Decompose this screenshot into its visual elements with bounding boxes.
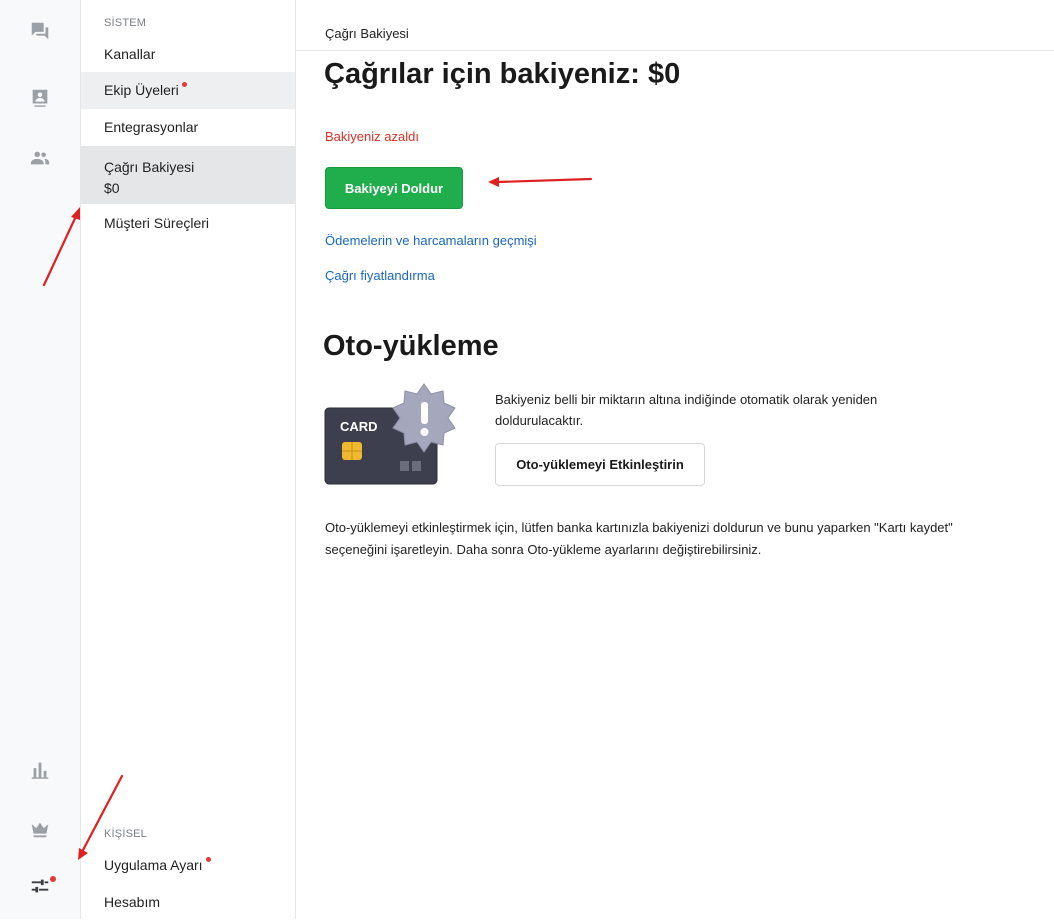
autoload-note: Oto-yüklemeyi etkinleştirmek için, lütfe… bbox=[325, 520, 953, 557]
page-title: Çağrılar için bakiyeniz: $0 bbox=[324, 58, 681, 90]
card-label: CARD bbox=[340, 419, 378, 434]
sidebar-item-label: Entegrasyonlar bbox=[104, 119, 199, 135]
sidebar-item-customer-processes[interactable]: Müşteri Süreçleri bbox=[81, 204, 295, 242]
header-divider bbox=[296, 50, 1054, 51]
sidebar-item-balance-value: $0 bbox=[104, 180, 120, 196]
section-label-system: SİSTEM bbox=[104, 17, 147, 29]
sidebar-item-label: Hesabım bbox=[104, 894, 161, 910]
sidebar-item-my-account[interactable]: Hesabım bbox=[81, 884, 295, 920]
crown-icon[interactable] bbox=[28, 817, 52, 841]
settings-sidebar: SİSTEM Kanallar Ekip Üyeleri Entegrasyon… bbox=[81, 0, 296, 919]
enable-autoload-button[interactable]: Oto-yüklemeyi Etkinleştirin bbox=[495, 443, 705, 486]
section-label-personal: KİŞİSEL bbox=[104, 828, 147, 840]
autoload-description: Bakiyeniz belli bir miktarın altına indi… bbox=[495, 392, 878, 428]
main-content: Çağrı Bakiyesi Çağrılar için bakiyeniz: … bbox=[296, 0, 1054, 919]
notification-dot bbox=[50, 876, 56, 882]
breadcrumb: Çağrı Bakiyesi bbox=[325, 26, 409, 41]
notification-dot bbox=[181, 82, 187, 87]
sidebar-item-app-settings[interactable]: Uygulama Ayarı bbox=[81, 847, 295, 883]
contacts-card-icon[interactable] bbox=[28, 86, 52, 110]
low-balance-warning: Bakiyeniz azaldı bbox=[325, 129, 419, 144]
analytics-icon[interactable] bbox=[28, 758, 52, 782]
card-warning-illustration: CARD bbox=[324, 383, 456, 485]
notification-dot bbox=[205, 857, 211, 862]
conversations-icon[interactable] bbox=[28, 19, 52, 43]
sidebar-item-label: Müşteri Süreçleri bbox=[104, 215, 210, 231]
call-pricing-link[interactable]: Çağrı fiyatlandırma bbox=[325, 268, 435, 283]
sidebar-item-label: Uygulama Ayarı bbox=[104, 857, 203, 873]
topup-button[interactable]: Bakiyeyi Doldur bbox=[325, 167, 463, 209]
sidebar-item-team-members[interactable]: Ekip Üyeleri bbox=[81, 72, 295, 109]
sidebar-item-label: Kanallar bbox=[104, 46, 156, 62]
sidebar-item-channels[interactable]: Kanallar bbox=[81, 36, 295, 72]
sidebar-item-label: Çağrı Bakiyesi bbox=[104, 159, 195, 175]
sidebar-item-label: Ekip Üyeleri bbox=[104, 82, 179, 98]
icon-rail bbox=[0, 0, 81, 919]
sidebar-item-integrations[interactable]: Entegrasyonlar bbox=[81, 109, 295, 146]
sidebar-item-call-balance[interactable]: Çağrı Bakiyesi $0 bbox=[81, 146, 295, 204]
team-icon[interactable] bbox=[28, 146, 52, 170]
payment-history-link[interactable]: Ödemelerin ve harcamaların geçmişi bbox=[325, 233, 537, 248]
settings-sliders-icon[interactable] bbox=[28, 874, 52, 898]
autoload-title: Oto-yükleme bbox=[323, 330, 499, 362]
